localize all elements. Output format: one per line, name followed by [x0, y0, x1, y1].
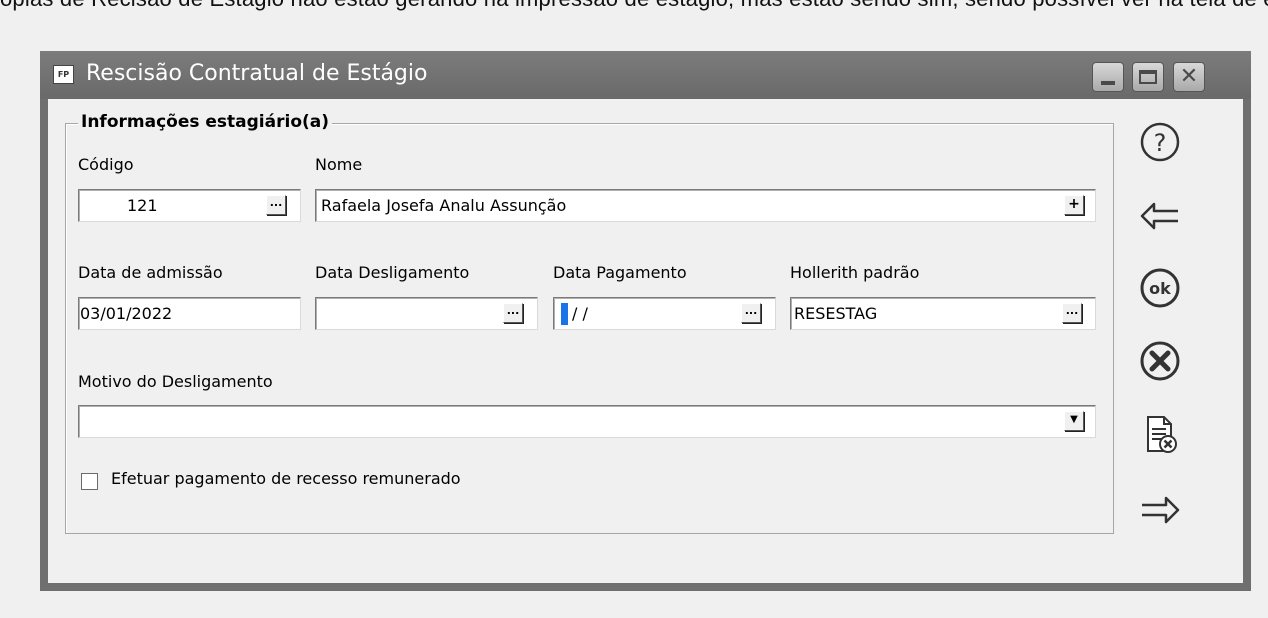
help-button[interactable]: ?	[1138, 120, 1182, 164]
app-icon: FP	[53, 65, 74, 84]
data-pagamento-value: / /	[572, 304, 588, 323]
nome-add-button[interactable]: +	[1064, 195, 1084, 215]
maximize-icon	[1139, 70, 1157, 84]
codigo-field[interactable]: 121 ...	[78, 189, 301, 222]
group-title: Informações estagiário(a)	[78, 112, 333, 132]
data-desligamento-label: Data Desligamento	[315, 263, 470, 282]
text-caret	[561, 303, 568, 325]
data-pagamento-field[interactable]: / / ...	[553, 297, 776, 330]
data-admissao-field[interactable]: 03/01/2022	[78, 297, 301, 330]
background-text: ôpias de Recisão de Estágio não estão ge…	[0, 0, 1268, 16]
help-icon: ?	[1140, 122, 1180, 162]
hollerith-label: Hollerith padrão	[790, 263, 920, 282]
hollerith-lookup-button[interactable]: ...	[1062, 303, 1082, 323]
codigo-lookup-button[interactable]: ...	[266, 195, 286, 215]
document-delete-icon	[1147, 416, 1177, 453]
data-admissao-label: Data de admissão	[78, 263, 223, 282]
forward-arrow-icon	[1142, 496, 1180, 524]
hollerith-field[interactable]: RESESTAG ...	[790, 297, 1096, 330]
data-pagamento-label: Data Pagamento	[553, 263, 687, 282]
hollerith-value: RESESTAG	[794, 304, 878, 323]
title-bar[interactable]: FP Rescisão Contratual de Estágio ✕	[40, 51, 1251, 99]
ok-icon: ok	[1140, 268, 1180, 308]
back-arrow-icon	[1140, 202, 1178, 230]
close-button[interactable]: ✕	[1173, 62, 1205, 92]
ok-button[interactable]: ok	[1138, 266, 1182, 310]
maximize-button[interactable]	[1132, 62, 1164, 92]
recesso-checkbox[interactable]	[81, 473, 98, 490]
window-title: Rescisão Contratual de Estágio	[86, 61, 428, 86]
close-icon: ✕	[1179, 64, 1199, 89]
back-button[interactable]	[1138, 194, 1182, 238]
nome-field[interactable]: Rafaela Josefa Analu Assunção +	[315, 189, 1096, 222]
svg-text:?: ?	[1154, 129, 1167, 157]
recesso-label[interactable]: Efetuar pagamento de recesso remunerado	[111, 469, 461, 488]
delete-document-button[interactable]	[1138, 413, 1182, 457]
data-desligamento-field[interactable]: ...	[315, 297, 538, 330]
cancel-icon	[1140, 341, 1180, 381]
forward-button[interactable]	[1138, 488, 1182, 532]
data-desligamento-picker-button[interactable]: ...	[503, 303, 523, 323]
codigo-value: 121	[127, 196, 158, 215]
rescisao-window: FP Rescisão Contratual de Estágio ✕ Info…	[40, 51, 1251, 591]
cancel-button[interactable]	[1138, 339, 1182, 383]
minimize-icon	[1101, 81, 1115, 85]
codigo-label: Código	[78, 155, 134, 174]
motivo-select[interactable]: ▼	[78, 405, 1096, 438]
minimize-button[interactable]	[1092, 62, 1124, 92]
svg-text:ok: ok	[1149, 279, 1171, 298]
nome-value: Rafaela Josefa Analu Assunção	[321, 196, 567, 215]
nome-label: Nome	[315, 155, 363, 174]
data-admissao-value: 03/01/2022	[80, 304, 173, 323]
dropdown-arrow-icon[interactable]: ▼	[1064, 411, 1084, 431]
data-pagamento-picker-button[interactable]: ...	[741, 303, 761, 323]
window-client: Informações estagiário(a) Código Nome 12…	[48, 99, 1243, 583]
motivo-label: Motivo do Desligamento	[78, 372, 273, 391]
